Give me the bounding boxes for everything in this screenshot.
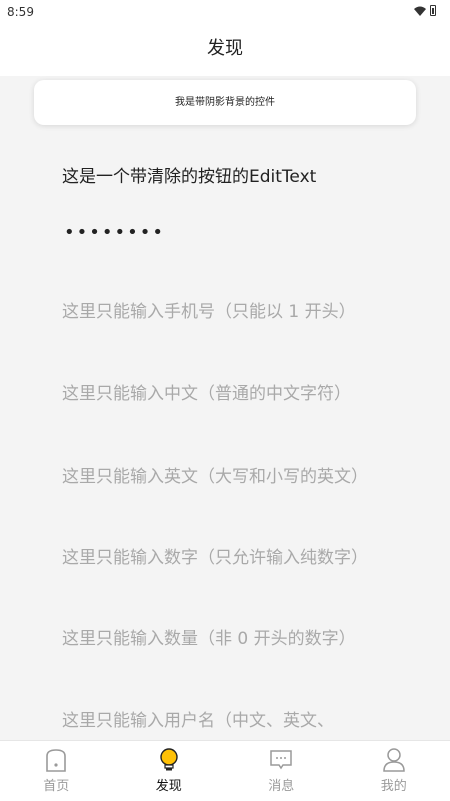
battery-icon (430, 5, 436, 16)
nav-label-discover: 发现 (156, 775, 182, 794)
status-icons (414, 5, 436, 16)
username-input[interactable]: 这里只能输入用户名（中文、英文、 (62, 708, 392, 734)
nav-home[interactable]: 首页 (0, 741, 113, 801)
message-icon (268, 747, 294, 773)
lightbulb-icon (156, 747, 182, 773)
clearable-edit-text[interactable]: 这是一个带清除的按钮的EditText (62, 162, 316, 187)
title-bar: 发现 (0, 26, 450, 76)
password-field[interactable]: •••••••• (64, 222, 165, 243)
chinese-input[interactable]: 这里只能输入中文（普通的中文字符） (62, 381, 382, 407)
nav-mine[interactable]: 我的 (338, 741, 450, 801)
wifi-icon (414, 6, 426, 16)
bottom-nav: 首页 发现 消息 我的 (0, 740, 450, 801)
page-title: 发现 (207, 38, 243, 59)
nav-messages[interactable]: 消息 (225, 741, 338, 801)
status-bar: 8:59 (0, 0, 450, 26)
status-time: 8:59 (7, 5, 34, 19)
nav-discover[interactable]: 发现 (113, 741, 226, 801)
nav-label-mine: 我的 (381, 775, 407, 794)
shadow-card: 我是带阴影背景的控件 (34, 80, 416, 125)
english-input[interactable]: 这里只能输入英文（大写和小写的英文） (62, 464, 382, 490)
nav-label-home: 首页 (43, 775, 69, 794)
quantity-input[interactable]: 这里只能输入数量（非 0 开头的数字） (62, 626, 382, 652)
shadow-card-label: 我是带阴影背景的控件 (175, 97, 275, 108)
home-icon (43, 747, 69, 773)
person-icon (381, 747, 407, 773)
phone-input[interactable]: 这里只能输入手机号（只能以 1 开头） (62, 299, 382, 325)
number-input[interactable]: 这里只能输入数字（只允许输入纯数字） (62, 545, 382, 571)
nav-label-messages: 消息 (268, 775, 294, 794)
